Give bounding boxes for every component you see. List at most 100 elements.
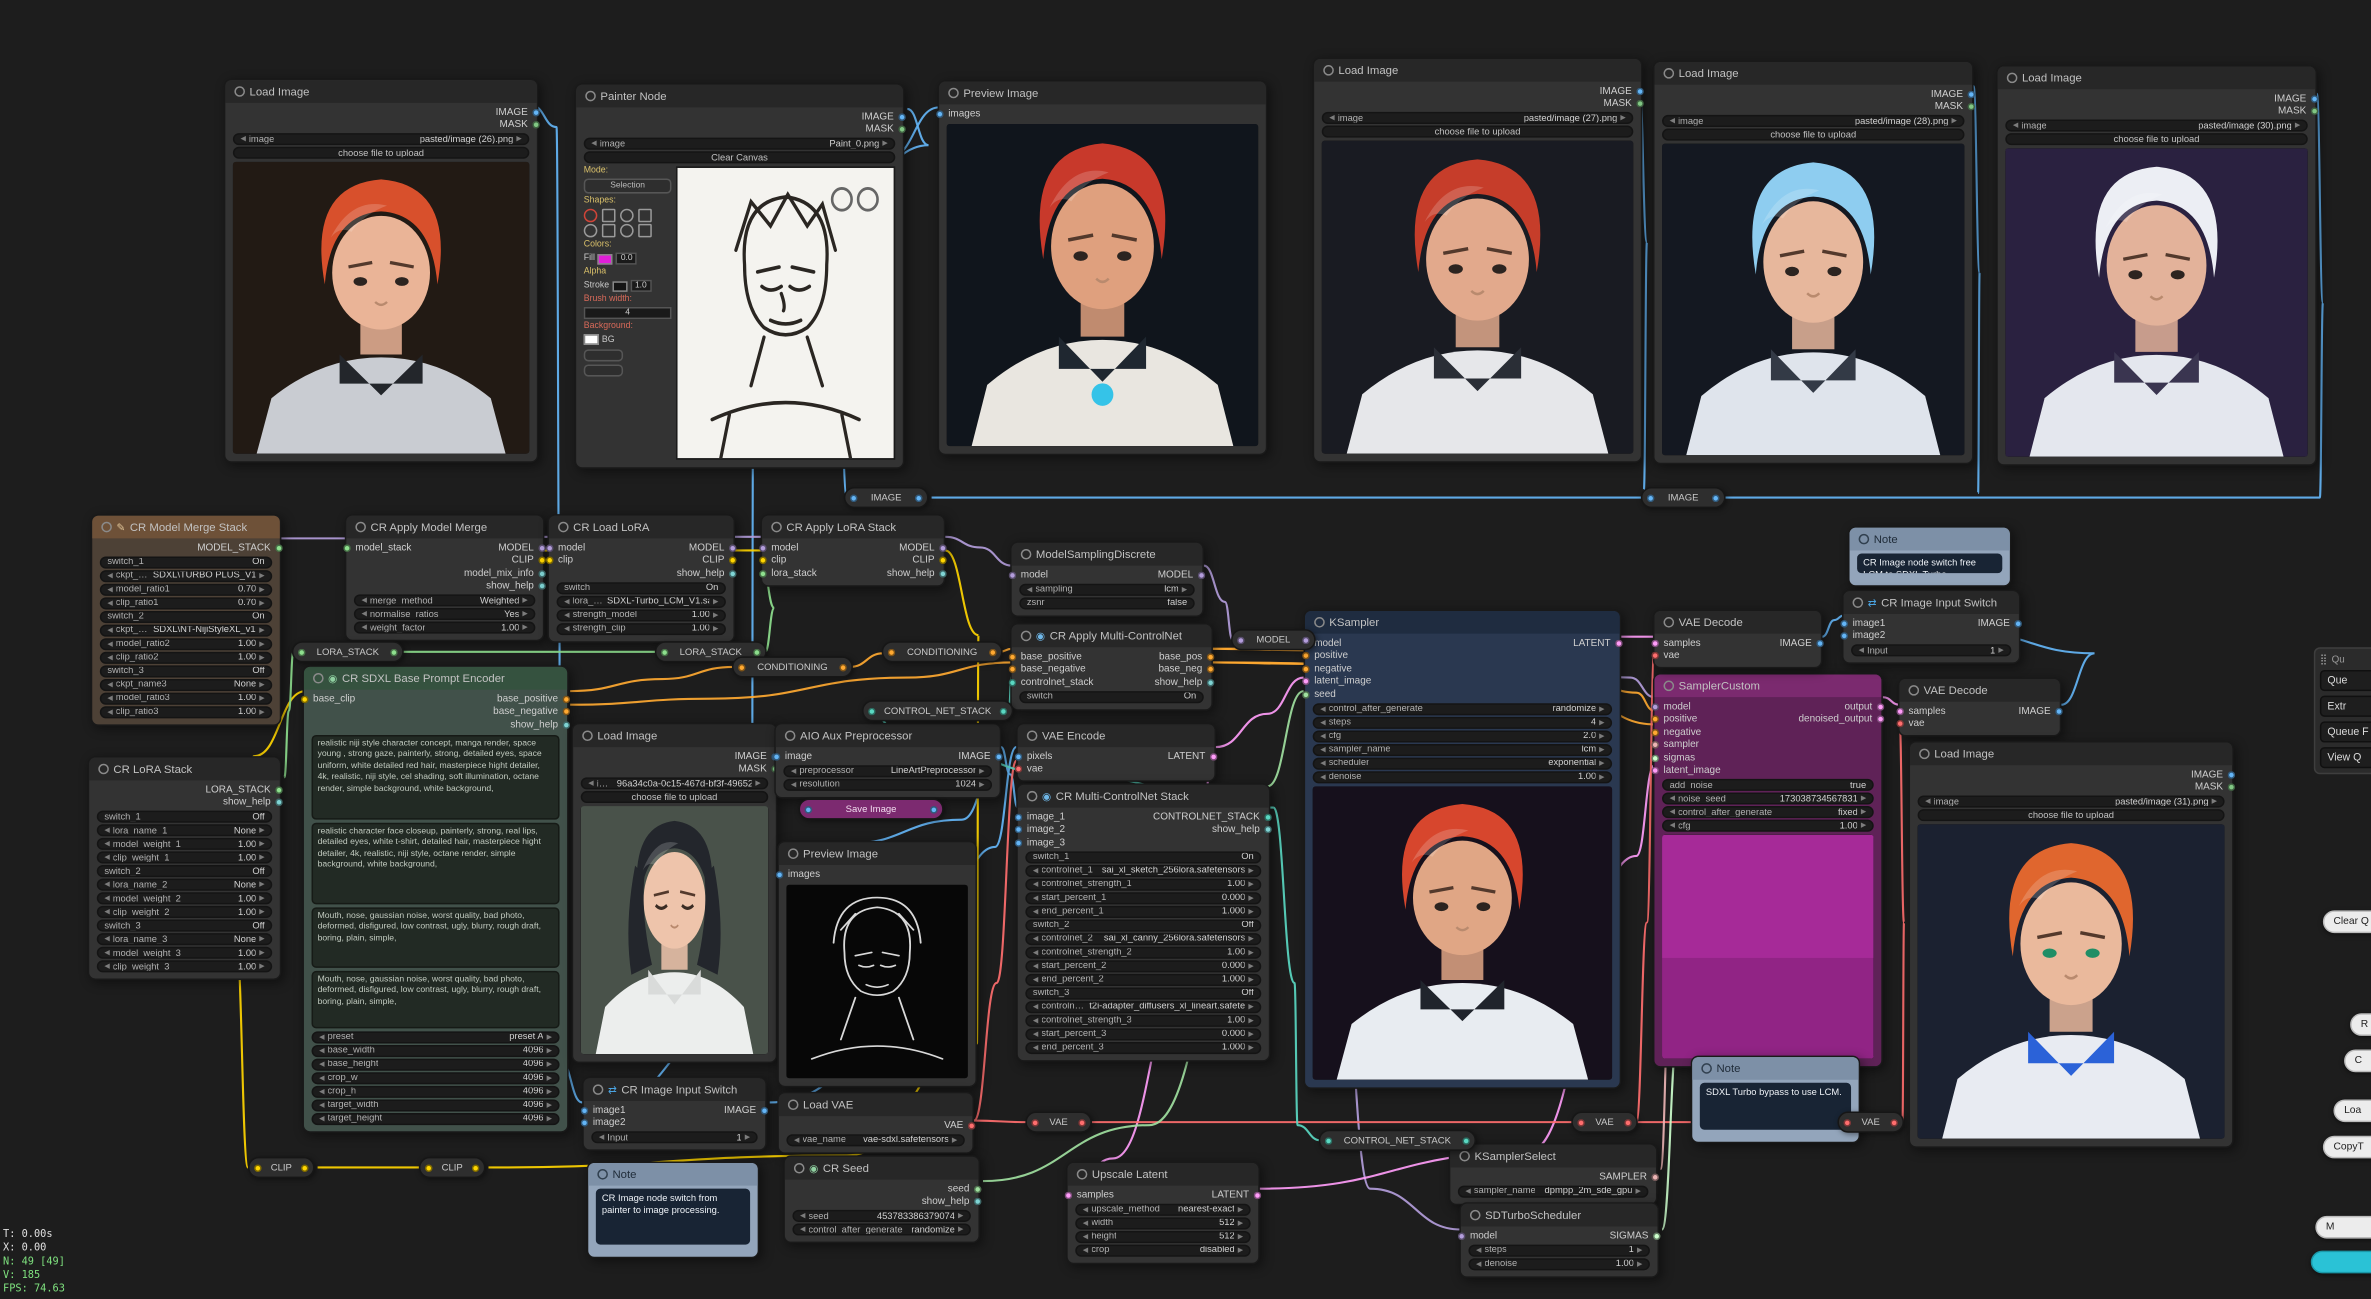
- input-port-dot[interactable]: [1302, 652, 1310, 660]
- reroute-node[interactable]: LORA_STACK: [291, 641, 404, 663]
- widget-upscale_method[interactable]: ◀ upscale_method nearest-exact ▶: [1075, 1203, 1251, 1216]
- output-port-dot[interactable]: [1209, 752, 1218, 761]
- reroute-node[interactable]: MODEL: [1231, 629, 1316, 651]
- decrement-arrow-icon[interactable]: ◀: [104, 948, 109, 957]
- decrement-arrow-icon[interactable]: ◀: [800, 1211, 805, 1220]
- port-dot[interactable]: [753, 648, 761, 656]
- output-port[interactable]: MODEL: [899, 543, 947, 553]
- aio-aux-preprocessor[interactable]: AIO Aux Preprocessor image IMAGE ◀ preproces…: [772, 722, 1003, 798]
- widget-seed[interactable]: ◀ seed 453783386379074 ▶: [792, 1209, 971, 1222]
- widget-target_height[interactable]: ◀ target_height 4096 ▶: [311, 1112, 560, 1125]
- input-port-dot[interactable]: [1651, 754, 1659, 762]
- increment-arrow-icon[interactable]: ▶: [259, 639, 264, 648]
- port-dot[interactable]: [849, 493, 858, 502]
- output-port[interactable]: IMAGE: [1780, 638, 1824, 648]
- output-port-dot[interactable]: [532, 108, 540, 117]
- decrement-arrow-icon[interactable]: ◀: [319, 1073, 324, 1082]
- output-port[interactable]: MASK: [1604, 99, 1644, 109]
- increment-arrow-icon[interactable]: ▶: [547, 1059, 552, 1068]
- decrement-arrow-icon[interactable]: ◀: [564, 610, 569, 619]
- output-port-dot[interactable]: [1206, 678, 1215, 687]
- increment-arrow-icon[interactable]: ▶: [259, 894, 264, 903]
- port-dot[interactable]: [471, 1163, 480, 1172]
- output-port[interactable]: show_help: [223, 797, 283, 808]
- node-title-bar[interactable]: AIO Aux Preprocessor: [775, 724, 1000, 748]
- decrement-arrow-icon[interactable]: ◀: [1925, 797, 1930, 806]
- input-port-dot[interactable]: [772, 752, 781, 761]
- widget-lora_name[interactable]: ◀lora_nameSDXL-Turbo_LCM_V1.safetensors▶: [556, 595, 726, 608]
- decrement-arrow-icon[interactable]: ◀: [1027, 585, 1032, 594]
- input-port[interactable]: samples: [1064, 1190, 1114, 1200]
- increment-arrow-icon[interactable]: ▶: [2212, 797, 2217, 806]
- edge-button[interactable]: R: [2350, 1013, 2371, 1036]
- decrement-arrow-icon[interactable]: ◀: [1033, 1043, 1038, 1052]
- increment-arrow-icon[interactable]: ▶: [1861, 821, 1866, 830]
- node-title-bar[interactable]: SDTurboScheduler: [1460, 1203, 1658, 1227]
- mode-selection-button[interactable]: Selection: [583, 179, 672, 195]
- increment-arrow-icon[interactable]: ▶: [1599, 758, 1604, 767]
- output-port[interactable]: show_help: [1155, 677, 1215, 688]
- widget-weight_factor[interactable]: ◀ weight_factor 1.00 ▶: [353, 621, 536, 634]
- widget-switch_3[interactable]: switch_3 Off: [96, 919, 273, 932]
- widget-switch_1[interactable]: switch_1 On: [99, 555, 273, 568]
- output-port[interactable]: show_help: [1212, 825, 1272, 835]
- cr-apply-model-merge[interactable]: CR Apply Model Merge model_stack MODEL CLIP…: [343, 514, 546, 642]
- decrement-arrow-icon[interactable]: ◀: [564, 624, 569, 633]
- output-port-dot[interactable]: [973, 1185, 982, 1193]
- increment-arrow-icon[interactable]: ▶: [547, 1087, 552, 1096]
- widget-crop[interactable]: ◀ crop disabled ▶: [1075, 1243, 1251, 1256]
- port-dot[interactable]: [297, 648, 306, 656]
- increment-arrow-icon[interactable]: ▶: [1248, 1029, 1253, 1038]
- widget-clip_weight_3[interactable]: ◀ clip_weight_3 1.00 ▶: [96, 960, 273, 973]
- input-port-dot[interactable]: [545, 556, 554, 565]
- input-port-dot[interactable]: [1651, 652, 1659, 660]
- increment-arrow-icon[interactable]: ▶: [259, 707, 264, 716]
- drag-handle-icon[interactable]: ⣿: [2320, 653, 2327, 666]
- widget-clip_ratio1[interactable]: ◀ clip_ratio1 0.70 ▶: [99, 596, 273, 609]
- increment-arrow-icon[interactable]: ▶: [1238, 1218, 1243, 1227]
- output-port[interactable]: IMAGE: [724, 1105, 769, 1116]
- output-port-dot[interactable]: [275, 544, 283, 552]
- input-port[interactable]: positive: [1651, 714, 1697, 725]
- input-port[interactable]: model_stack: [343, 543, 411, 553]
- port-dot[interactable]: [390, 648, 398, 656]
- increment-arrow-icon[interactable]: ▶: [882, 139, 887, 148]
- input-port[interactable]: latent_image: [1651, 766, 1721, 776]
- reroute-node[interactable]: VAE: [1571, 1111, 1638, 1133]
- widget-controlnet_2[interactable]: ◀ controlnet_2 sai_xl_canny_256lora.safete…: [1025, 932, 1262, 945]
- port-dot[interactable]: [1843, 1118, 1852, 1126]
- decrement-arrow-icon[interactable]: ◀: [791, 766, 796, 775]
- input-port[interactable]: controlnet_stack: [1008, 677, 1093, 688]
- output-port-dot[interactable]: [2014, 619, 2022, 628]
- output-port-dot[interactable]: [728, 569, 737, 578]
- input-port-dot[interactable]: [1064, 1191, 1073, 1199]
- widget-strength_clip[interactable]: ◀ strength_clip 1.00 ▶: [556, 622, 726, 635]
- port-dot[interactable]: [1237, 635, 1245, 644]
- increment-arrow-icon[interactable]: ▶: [1620, 113, 1625, 122]
- port-dot[interactable]: [930, 805, 938, 813]
- increment-arrow-icon[interactable]: ▶: [259, 571, 264, 580]
- input-port-dot[interactable]: [1014, 765, 1023, 774]
- output-port-dot[interactable]: [995, 752, 1003, 761]
- input-port-dot[interactable]: [1896, 707, 1904, 715]
- widget-switch_2[interactable]: switch_2 On: [99, 610, 273, 623]
- vae-encode[interactable]: VAE Encode pixels LATENT vae: [1014, 722, 1218, 782]
- output-port-dot[interactable]: [1967, 90, 1976, 98]
- output-port-dot[interactable]: [562, 695, 571, 703]
- stroke-color-swatch[interactable]: [612, 281, 628, 292]
- increment-arrow-icon[interactable]: ▶: [259, 598, 264, 607]
- output-port-dot[interactable]: [275, 786, 283, 794]
- decrement-arrow-icon[interactable]: ◀: [1033, 1029, 1038, 1038]
- preview-image-1[interactable]: Preview Image images: [936, 80, 1268, 455]
- port-dot[interactable]: [989, 648, 997, 656]
- decrement-arrow-icon[interactable]: ◀: [1033, 879, 1038, 888]
- widget-end_percent_1[interactable]: ◀ end_percent_1 1.000 ▶: [1025, 905, 1262, 918]
- widget-start_percent_3[interactable]: ◀ start_percent_3 0.000 ▶: [1025, 1027, 1262, 1040]
- output-port[interactable]: IMAGE: [958, 751, 1003, 762]
- decrement-arrow-icon[interactable]: ◀: [1670, 116, 1675, 125]
- widget-zsnr[interactable]: zsnr false: [1019, 596, 1195, 609]
- output-port-dot[interactable]: [1636, 87, 1644, 95]
- input-port-dot[interactable]: [1008, 678, 1017, 687]
- shape-tool-icon[interactable]: [620, 224, 634, 239]
- input-port[interactable]: clip: [545, 555, 573, 566]
